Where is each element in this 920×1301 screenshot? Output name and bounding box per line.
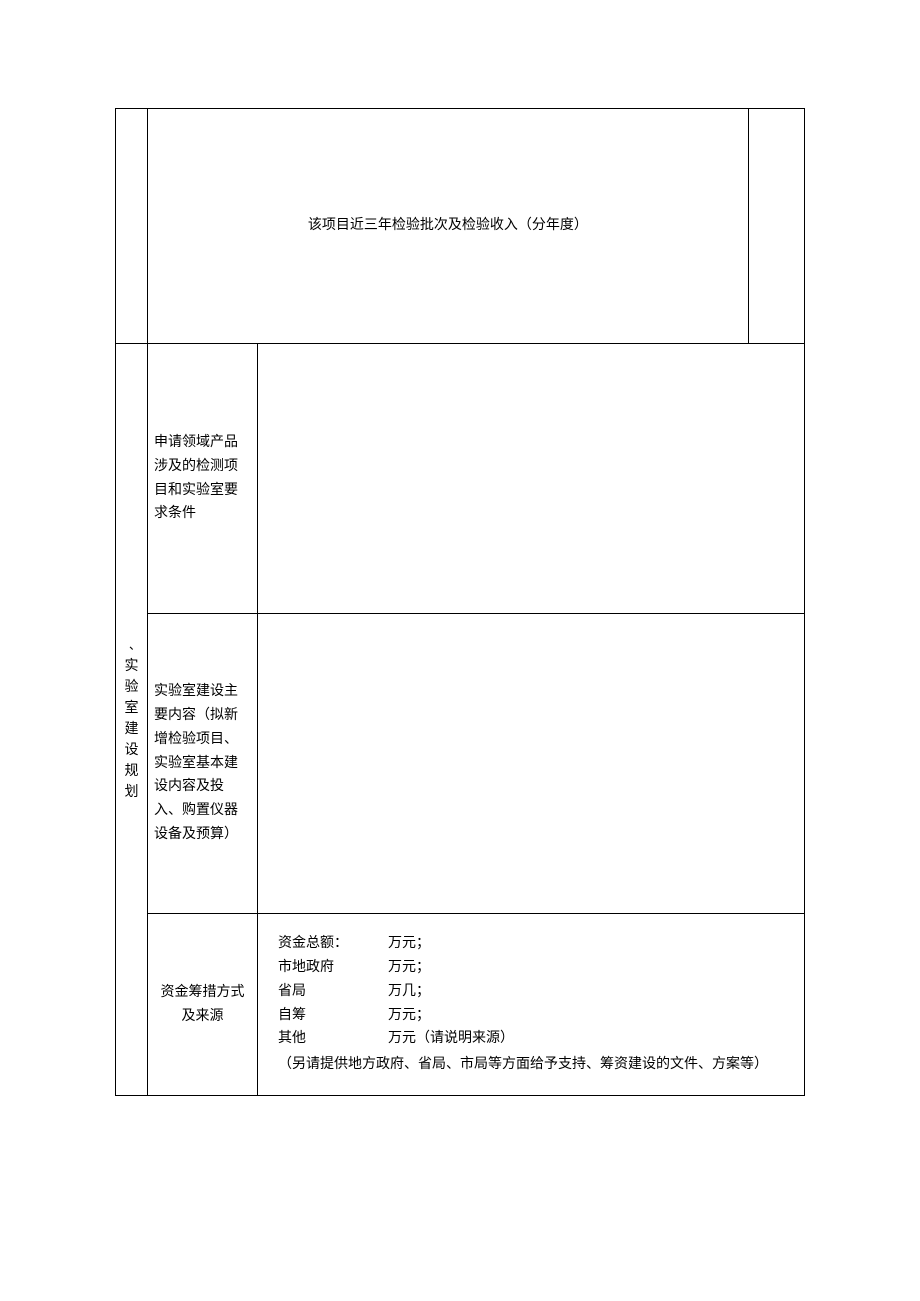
- form-table-container: 该项目近三年检验批次及检验收入（分年度） 、 实验室建设规划 申请领域产品涉及的…: [115, 108, 805, 1096]
- row-header-text: 该项目近三年检验批次及检验收入（分年度）: [308, 218, 588, 233]
- table-row: 该项目近三年检验批次及检验收入（分年度）: [116, 109, 805, 344]
- funding-self-unit: 万元；: [388, 1004, 798, 1028]
- content-cell-funding[interactable]: 资金总额： 万元； 市地政府 万元； 省局 万几； 自筹 万元； 其他 万元: [258, 914, 805, 1096]
- row-header-funding: 资金筹措方式及来源: [148, 914, 258, 1096]
- funding-total-label: 资金总额：: [278, 932, 388, 956]
- table-row: 实验室建设主要内容（拟新增检验项目、实验室基本建设内容及投入、购置仪器设备及预算…: [116, 614, 805, 914]
- funding-gov-row: 市地政府 万元；: [278, 956, 798, 980]
- table-row: 资金筹措方式及来源 资金总额： 万元； 市地政府 万元； 省局 万几； 自筹 万…: [116, 914, 805, 1096]
- section-cell-empty: [116, 109, 148, 344]
- section-dash: 、: [122, 636, 141, 654]
- row-header-text: 申请领域产品涉及的检测项目和实验室要求条件: [154, 435, 238, 521]
- funding-total-unit: 万元；: [388, 932, 798, 956]
- funding-note: （另请提供地方政府、省局、市局等方面给予支持、筹资建设的文件、方案等）: [278, 1053, 798, 1077]
- funding-prov-label: 省局: [278, 980, 388, 1004]
- content-cell-lab-construction[interactable]: [258, 614, 805, 914]
- funding-prov-unit: 万几；: [388, 980, 798, 1004]
- funding-other-label: 其他: [278, 1027, 388, 1051]
- content-cell-inspection[interactable]: [748, 109, 804, 344]
- section-cell-lab-plan: 、 实验室建设规划: [116, 344, 148, 1096]
- funding-total-row: 资金总额： 万元；: [278, 932, 798, 956]
- funding-self-label: 自筹: [278, 1004, 388, 1028]
- row-header-text: 实验室建设主要内容（拟新增检验项目、实验室基本建设内容及投入、购置仪器设备及预算…: [154, 684, 238, 842]
- row-header-domain-products: 申请领域产品涉及的检测项目和实验室要求条件: [148, 344, 258, 614]
- table-row: 、 实验室建设规划 申请领域产品涉及的检测项目和实验室要求条件: [116, 344, 805, 614]
- section-title: 实验室建设规划: [125, 659, 139, 800]
- funding-other-unit: 万元（请说明来源）: [388, 1027, 798, 1051]
- funding-gov-unit: 万元；: [388, 956, 798, 980]
- row-header-inspection: 该项目近三年检验批次及检验收入（分年度）: [148, 109, 749, 344]
- funding-other-row: 其他 万元（请说明来源）: [278, 1027, 798, 1051]
- funding-self-row: 自筹 万元；: [278, 1004, 798, 1028]
- row-header-lab-construction: 实验室建设主要内容（拟新增检验项目、实验室基本建设内容及投入、购置仪器设备及预算…: [148, 614, 258, 914]
- form-table: 该项目近三年检验批次及检验收入（分年度） 、 实验室建设规划 申请领域产品涉及的…: [115, 108, 805, 1096]
- row-header-text: 资金筹措方式及来源: [161, 985, 245, 1024]
- funding-prov-row: 省局 万几；: [278, 980, 798, 1004]
- content-cell-domain-products[interactable]: [258, 344, 805, 614]
- funding-gov-label: 市地政府: [278, 956, 388, 980]
